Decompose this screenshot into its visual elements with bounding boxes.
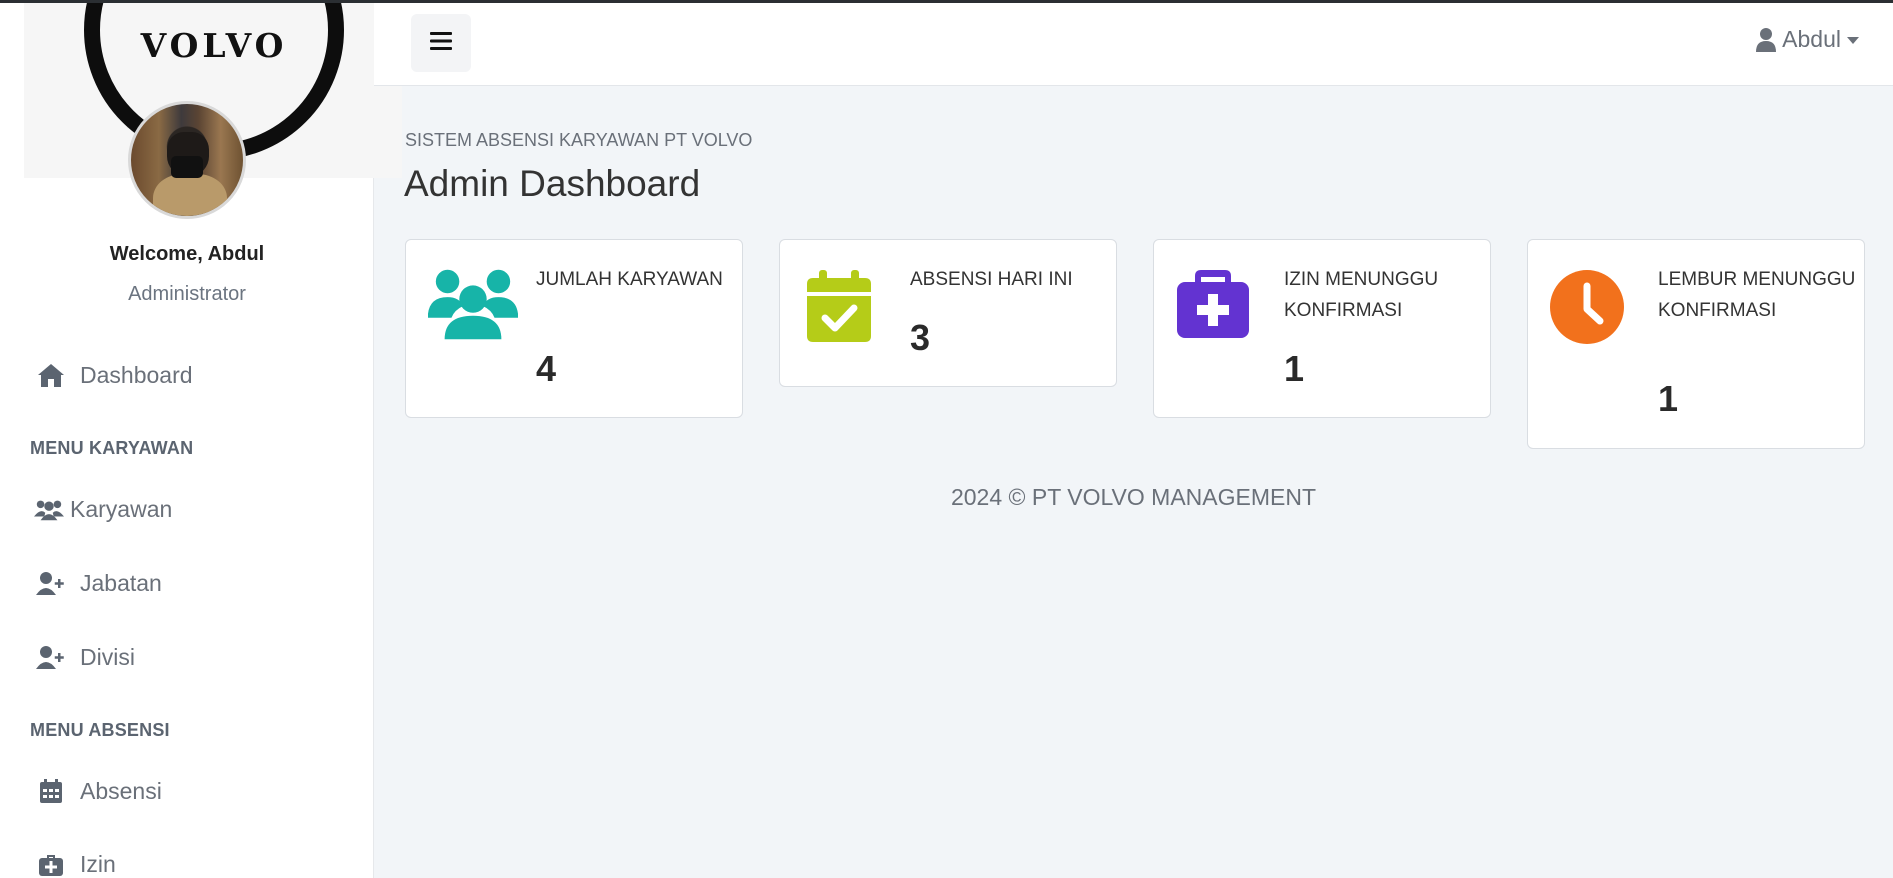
medkit-icon (36, 851, 66, 877)
users-icon (428, 268, 518, 344)
caret-down-icon (1847, 36, 1859, 44)
clock-icon (1550, 270, 1640, 346)
card-value: 1 (1284, 348, 1305, 389)
section-heading-absensi: MENU ABSENSI (30, 720, 170, 740)
section-heading-karyawan: MENU KARYAWAN (30, 438, 194, 458)
top-border (0, 0, 1893, 3)
home-icon (36, 362, 66, 388)
card-label: IZIN MENUNGGU KONFIRMASI (1284, 269, 1439, 321)
stat-card-absensi-hari-ini: ABSENSI HARI INI 3 (779, 239, 1117, 387)
user-plus-icon (36, 570, 66, 596)
sidebar-item-izin[interactable]: Izin (36, 844, 116, 878)
hamburger-icon (430, 31, 452, 56)
volvo-logo-text: VOLVO (140, 26, 288, 65)
sidebar-item-label: Dashboard (80, 361, 193, 388)
sidebar-item-absensi[interactable]: Absensi (36, 771, 162, 811)
topbar (374, 3, 1893, 86)
calendar-icon (36, 778, 66, 804)
card-value: 1 (1658, 378, 1679, 419)
sidebar-item-jabatan[interactable]: Jabatan (36, 563, 162, 603)
stat-card-jumlah-karyawan: JUMLAH KARYAWAN 4 (405, 239, 743, 418)
card-label: ABSENSI HARI INI (910, 269, 1073, 290)
card-value: 4 (536, 348, 557, 389)
stat-card-lembur-menunggu: LEMBUR MENUNGGU KONFIRMASI 1 (1527, 239, 1865, 449)
sidebar-toggle-button[interactable] (411, 14, 471, 72)
user-icon (1756, 27, 1777, 52)
card-label: LEMBUR MENUNGGU KONFIRMASI (1658, 269, 1856, 321)
user-plus-icon (36, 644, 66, 670)
users-icon (34, 496, 64, 522)
sidebar-item-label: Absensi (80, 777, 162, 804)
card-label: JUMLAH KARYAWAN (536, 269, 723, 290)
sidebar-item-label: Karyawan (70, 495, 173, 522)
page-title: Admin Dashboard (404, 163, 701, 204)
sidebar-item-label: Divisi (80, 643, 135, 670)
sidebar-item-karyawan[interactable]: Karyawan (34, 489, 172, 529)
sidebar-item-dashboard[interactable]: Dashboard (36, 355, 193, 395)
breadcrumb: SISTEM ABSENSI KARYAWAN PT VOLVO (405, 130, 753, 150)
sidebar-item-label: Jabatan (80, 569, 162, 596)
card-value: 3 (910, 317, 931, 358)
stat-card-izin-menunggu: IZIN MENUNGGU KONFIRMASI 1 (1153, 239, 1491, 418)
avatar (128, 101, 246, 219)
sidebar: VOLVO Welcome, Abdul Administrator Dashb… (0, 0, 402, 878)
sidebar-item-label: Izin (80, 850, 116, 877)
medkit-icon (1177, 270, 1267, 346)
footer-copyright: 2024 © PT VOLVO MANAGEMENT (950, 484, 1317, 510)
user-menu-dropdown[interactable]: Abdul (1756, 26, 1859, 53)
user-name: Abdul (1782, 26, 1841, 52)
sidebar-item-divisi[interactable]: Divisi (36, 637, 135, 677)
welcome-text: Welcome, Abdul (109, 243, 265, 265)
calendar-check-icon (807, 270, 897, 346)
user-role: Administrator (128, 283, 246, 305)
